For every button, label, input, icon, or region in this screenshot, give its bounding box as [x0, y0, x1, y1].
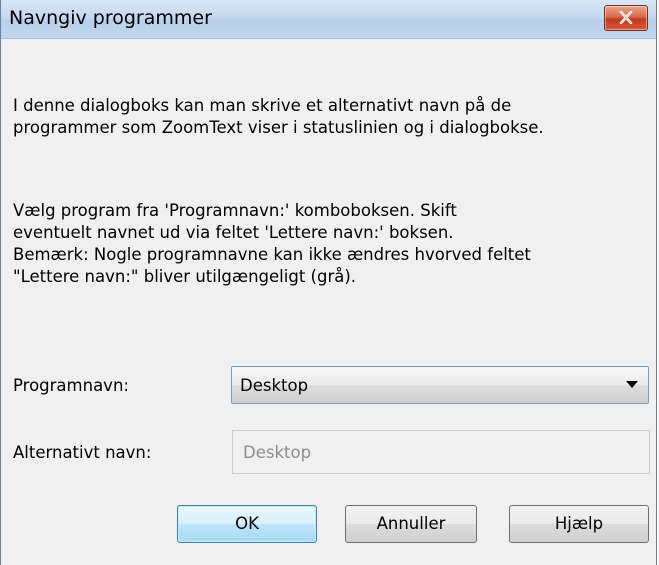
- ok-button[interactable]: OK: [177, 505, 317, 543]
- dialog-window: Navngiv programmer I denne dialogboks ka…: [0, 0, 657, 565]
- chevron-down-icon: [626, 381, 638, 388]
- program-name-combobox[interactable]: Desktop: [231, 366, 649, 404]
- close-button[interactable]: [604, 5, 648, 31]
- alternative-name-label: Alternativt navn:: [13, 443, 152, 462]
- close-icon: [619, 11, 633, 24]
- instructions-text: Vælg program fra 'Programnavn:' kombobok…: [13, 201, 531, 286]
- window-title: Navngiv programmer: [9, 7, 212, 29]
- program-name-label: Programnavn:: [13, 376, 129, 395]
- title-bar[interactable]: Navngiv programmer: [1, 0, 656, 39]
- alternative-name-field: Desktop: [232, 430, 650, 474]
- alternative-name-value: Desktop: [243, 443, 312, 462]
- help-button[interactable]: Hjælp: [509, 505, 649, 543]
- description-text: I denne dialogboks kan man skrive et alt…: [13, 96, 544, 137]
- cancel-button[interactable]: Annuller: [345, 505, 477, 543]
- program-name-value: Desktop: [240, 376, 309, 395]
